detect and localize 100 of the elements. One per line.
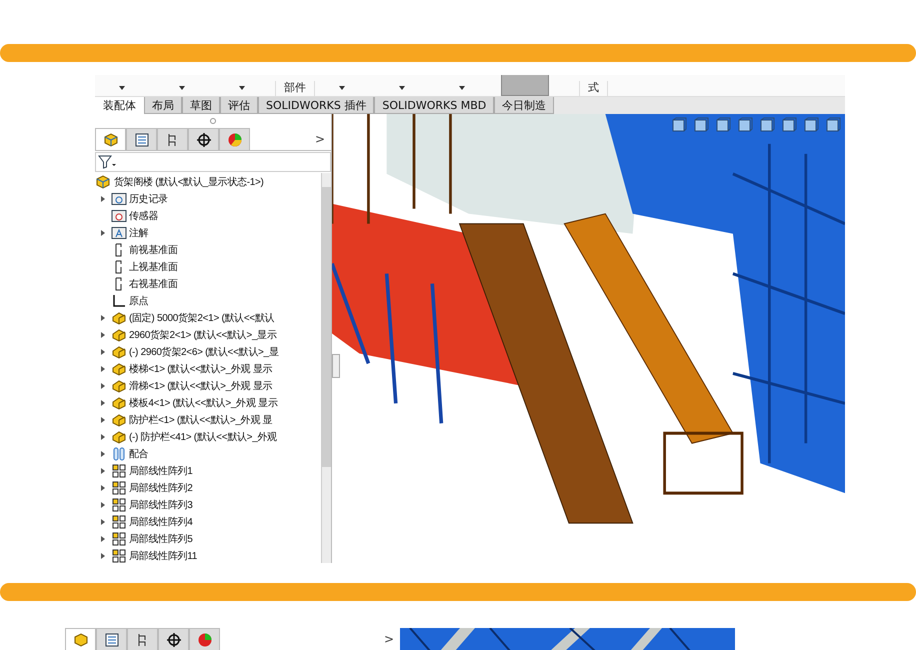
pattern-icon xyxy=(111,498,127,512)
panel-tab[interactable] xyxy=(126,128,157,150)
expand-triangle-icon[interactable] xyxy=(101,416,105,422)
part-icon xyxy=(111,412,127,426)
panel-tab[interactable] xyxy=(65,628,96,650)
caret-icon[interactable] xyxy=(239,86,245,90)
view-tool-icon[interactable] xyxy=(803,117,819,133)
pattern-icon xyxy=(111,514,127,528)
expand-triangle-icon[interactable] xyxy=(101,314,105,320)
panel-tab[interactable] xyxy=(96,628,127,650)
grip-icon[interactable] xyxy=(210,118,216,124)
cube-icon xyxy=(72,632,88,648)
tree-item[interactable]: 滑梯<1> (默认<<默认>_外观 显示 xyxy=(129,378,272,392)
ribbon-tab[interactable]: 装配体 xyxy=(95,97,144,114)
tree-item[interactable]: 2960货架2<1> (默认<<默认>_显示 xyxy=(129,328,277,342)
tree-item[interactable]: 历史记录 xyxy=(129,192,168,206)
tree-item[interactable]: 局部线性阵列11 xyxy=(129,548,197,562)
color-swatch[interactable] xyxy=(501,75,549,96)
tree-item[interactable]: 注解 xyxy=(129,226,148,240)
expand-triangle-icon[interactable] xyxy=(101,382,105,388)
expand-triangle-icon[interactable] xyxy=(101,484,105,490)
tree-item[interactable]: (-) 防护栏<41> (默认<<默认>_外观 xyxy=(129,430,277,444)
tree-item[interactable]: 传感器 xyxy=(129,208,158,222)
part-icon xyxy=(111,344,127,358)
part-icon xyxy=(111,378,127,392)
expand-triangle-icon[interactable] xyxy=(101,230,105,236)
ribbon-tab[interactable]: 布局 xyxy=(144,97,182,114)
expand-triangle-icon[interactable] xyxy=(101,366,105,372)
color-wheel-icon xyxy=(196,632,212,648)
toolbar-label[interactable]: 式 xyxy=(579,81,608,96)
tree-item[interactable]: 楼梯<1> (默认<<默认>_外观 显示 xyxy=(129,362,272,376)
part-icon xyxy=(111,328,127,342)
ribbon-tab[interactable]: SOLIDWORKS MBD xyxy=(374,97,494,114)
expand-triangle-icon[interactable] xyxy=(101,502,105,508)
panel-tab[interactable] xyxy=(127,628,158,650)
expand-triangle-icon[interactable] xyxy=(101,552,105,558)
filter-icon[interactable] xyxy=(98,155,116,169)
ribbon-tab[interactable]: 评估 xyxy=(220,97,258,114)
tree-item[interactable]: 配合 xyxy=(129,446,148,460)
view-tool-icon[interactable] xyxy=(781,117,797,133)
more-glyph[interactable]: > xyxy=(378,628,400,650)
crosshair-icon xyxy=(196,132,212,148)
caret-icon[interactable] xyxy=(179,86,185,90)
expand-triangle-icon[interactable] xyxy=(101,468,105,474)
scrollbar[interactable] xyxy=(321,173,331,563)
expand-triangle-icon[interactable] xyxy=(101,196,105,202)
expand-triangle-icon[interactable] xyxy=(101,450,105,456)
ribbon-tab[interactable]: SOLIDWORKS 插件 xyxy=(258,97,374,114)
collapse-handle[interactable] xyxy=(332,354,340,378)
view-tool-icon[interactable] xyxy=(671,117,687,133)
ribbon-tab[interactable]: 今日制造 xyxy=(494,97,554,114)
ribbon-tab[interactable]: 草图 xyxy=(182,97,220,114)
view-tool-icon[interactable] xyxy=(759,117,775,133)
expand-triangle-icon[interactable] xyxy=(101,400,105,406)
caret-icon[interactable] xyxy=(119,86,125,90)
panel-tab[interactable] xyxy=(95,128,126,150)
toolbar-label[interactable]: 部件 xyxy=(275,81,315,96)
more-glyph[interactable]: > xyxy=(308,128,331,150)
view-tool-icon[interactable] xyxy=(825,117,841,133)
tree-item[interactable]: 货架阁楼 (默认<默认_显示状态-1>) xyxy=(114,174,264,188)
tree-item[interactable]: 局部线性阵列3 xyxy=(129,498,192,512)
panel-tab[interactable] xyxy=(188,128,219,150)
part-icon xyxy=(111,310,127,324)
view-tool-icon[interactable] xyxy=(715,117,731,133)
pattern-icon xyxy=(111,464,127,478)
caret-icon[interactable] xyxy=(459,86,465,90)
caret-icon[interactable] xyxy=(339,86,345,90)
panel-tab[interactable] xyxy=(158,628,189,650)
part-icon xyxy=(111,362,127,376)
tree-item[interactable]: 上视基准面 xyxy=(129,260,178,274)
tree-item[interactable]: 楼板4<1> (默认<<默认>_外观 显示 xyxy=(129,396,278,410)
tree-item[interactable]: 防护栏<1> (默认<<默认>_外观 显 xyxy=(129,412,272,426)
list-icon xyxy=(134,132,150,148)
crosshair-icon xyxy=(166,632,182,648)
pattern-icon xyxy=(111,532,127,546)
part-icon xyxy=(111,430,127,444)
tree-item[interactable]: 右视基准面 xyxy=(129,276,178,290)
pattern-icon xyxy=(111,480,127,494)
tree-item[interactable]: 局部线性阵列2 xyxy=(129,480,192,494)
tree-item[interactable]: (固定) 5000货架2<1> (默认<<默认 xyxy=(129,310,274,324)
list-icon xyxy=(104,632,120,648)
tree-item[interactable]: 前视基准面 xyxy=(129,242,178,256)
expand-triangle-icon[interactable] xyxy=(101,348,105,354)
expand-triangle-icon[interactable] xyxy=(101,434,105,440)
expand-triangle-icon[interactable] xyxy=(101,332,105,338)
view-tool-icon[interactable] xyxy=(737,117,753,133)
caret-icon[interactable] xyxy=(399,86,405,90)
part-icon xyxy=(111,396,127,410)
view-tool-icon[interactable] xyxy=(693,117,709,133)
tree-item[interactable]: (-) 2960货架2<6> (默认<<默认>_显 xyxy=(129,344,279,358)
origin-icon xyxy=(111,294,127,308)
tree-item[interactable]: 局部线性阵列4 xyxy=(129,514,192,528)
tree-item[interactable]: 局部线性阵列5 xyxy=(129,532,192,546)
paperclip-icon xyxy=(111,446,127,460)
tree-item[interactable]: 原点 xyxy=(129,294,148,308)
expand-triangle-icon[interactable] xyxy=(101,518,105,524)
panel-tab[interactable] xyxy=(157,128,188,150)
color-wheel-icon xyxy=(226,132,242,148)
tree-item[interactable]: 局部线性阵列1 xyxy=(129,464,192,478)
expand-triangle-icon[interactable] xyxy=(101,536,105,542)
